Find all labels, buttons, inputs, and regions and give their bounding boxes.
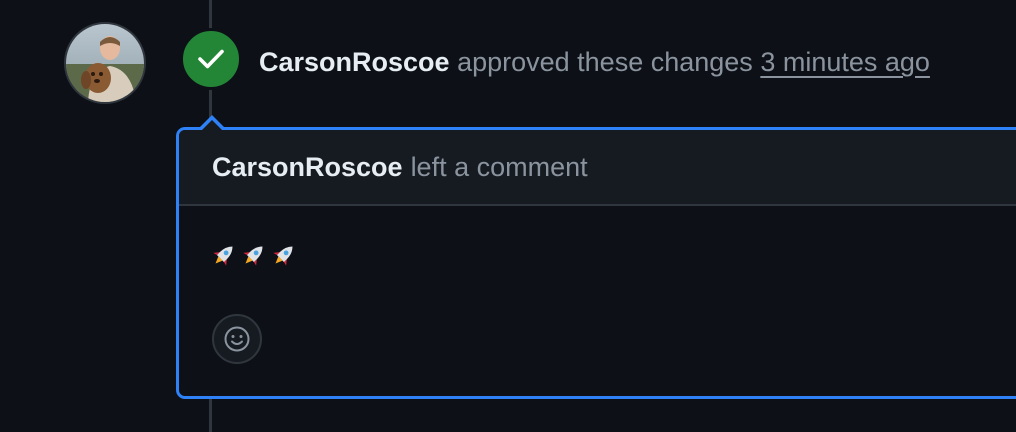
check-icon <box>198 49 224 69</box>
review-event-line: CarsonRoscoe approved these changes 3 mi… <box>259 44 930 80</box>
rocket-icon <box>273 246 293 266</box>
comment-emoji-row <box>210 241 298 269</box>
add-reaction-button[interactable] <box>212 314 262 364</box>
comment-header: CarsonRoscoe left a comment <box>179 130 1016 206</box>
user-avatar-photo <box>66 24 144 102</box>
smiley-icon <box>224 326 250 352</box>
review-timestamp-link[interactable]: 3 minutes ago <box>760 47 930 77</box>
approved-status-badge <box>180 28 242 90</box>
review-action-text: approved these changes <box>457 47 753 77</box>
comment-body <box>179 206 1016 280</box>
avatar[interactable] <box>64 22 146 104</box>
comment-header-action: left a comment <box>410 151 588 182</box>
comment-author-link[interactable]: CarsonRoscoe <box>212 152 403 183</box>
review-comment-box: CarsonRoscoe left a comment <box>176 127 1016 399</box>
comment-caret-fill <box>201 120 223 131</box>
review-author-link[interactable]: CarsonRoscoe <box>259 47 450 77</box>
rocket-icon <box>213 246 233 266</box>
rocket-icon <box>243 246 263 266</box>
